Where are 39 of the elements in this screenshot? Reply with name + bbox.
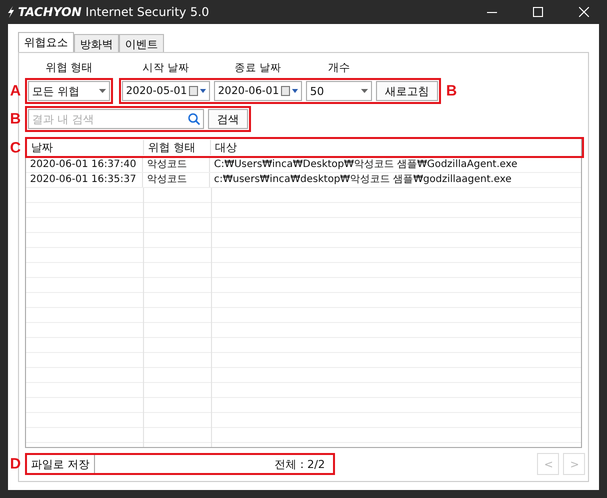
field-label: 시작 날짜	[141, 60, 191, 74]
table-cell: 악성코드	[143, 158, 210, 172]
date-picker[interactable]: 2020-05-01	[122, 81, 210, 101]
annotation-label: B	[10, 110, 21, 128]
column-header[interactable]: 대상	[211, 140, 582, 155]
annotation-label: B	[446, 82, 457, 100]
maximize-icon[interactable]	[533, 7, 543, 17]
search-icon	[188, 113, 200, 125]
annotation-label: A	[10, 82, 21, 100]
search-field[interactable]: 결과 내 검색	[28, 109, 204, 129]
field-label: 위협 형태	[44, 60, 94, 75]
table-cell: 2020-06-01 16:37:40	[26, 158, 143, 172]
caret-icon	[99, 89, 106, 93]
annotation-label: D	[10, 456, 21, 472]
field-label: 개수	[327, 60, 351, 75]
table-cell-text: c:₩users₩inca₩desktop₩악성코드 샘플₩godzillaagent.exe	[213, 173, 512, 187]
count-dropdown[interactable]: 50	[306, 81, 372, 101]
close-icon[interactable]	[579, 7, 589, 17]
tab[interactable]: 위협요소	[18, 32, 74, 52]
table-cell: 악성코드	[143, 173, 210, 187]
window-title: Internet Security 5.0	[86, 5, 210, 19]
table-cell-text: C:₩Users₩inca₩Desktop₩악성코드 샘플₩GodzillaAgent.exe	[213, 158, 518, 172]
lightning-icon	[7, 6, 15, 18]
tab[interactable]: 이벤트	[119, 34, 164, 52]
app-brand: TACHYON	[18, 5, 82, 19]
column-header[interactable]: 위협 형태	[144, 140, 211, 155]
threat-type-dropdown[interactable]: 모든 위협	[28, 81, 110, 101]
table-cell: 2020-06-01 16:35:37	[26, 173, 143, 187]
field-label: 종료 날짜	[233, 60, 283, 74]
column-header[interactable]: 날짜	[27, 140, 144, 155]
caret-icon	[361, 89, 368, 93]
calendar-icon	[189, 86, 206, 96]
date-picker[interactable]: 2020-06-01	[214, 81, 302, 101]
calendar-icon	[281, 86, 298, 96]
tab[interactable]: 방화벽	[74, 34, 119, 52]
search-button[interactable]: 검색	[208, 109, 248, 129]
annotation-label: C	[10, 139, 21, 156]
total-count: 전체 : 2/2	[274, 456, 326, 472]
refresh-button[interactable]: 새로고침	[376, 81, 438, 101]
